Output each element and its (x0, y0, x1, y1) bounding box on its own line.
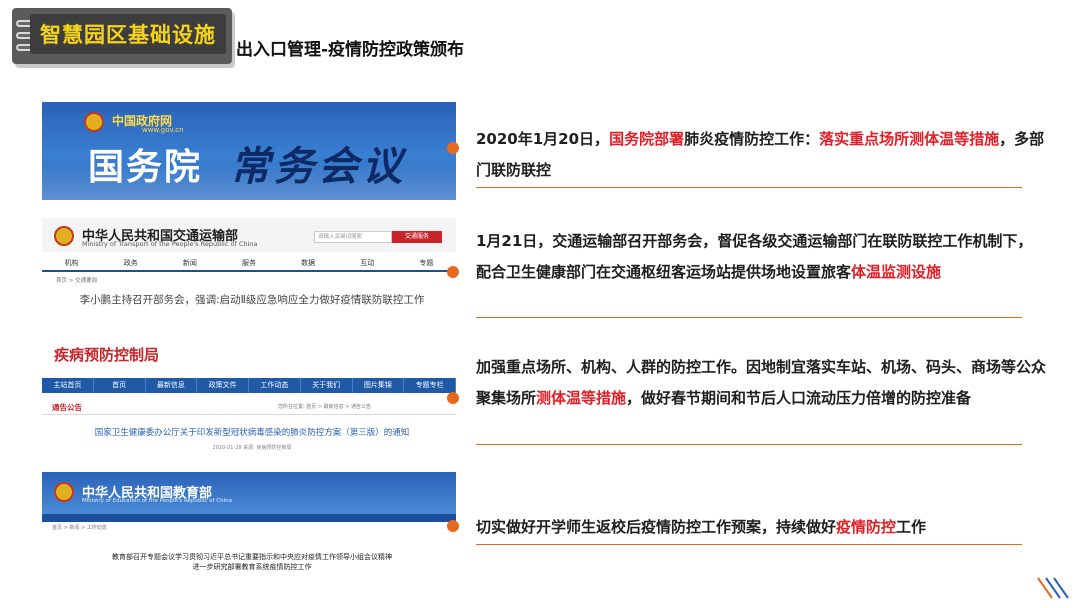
search-input: 请输入关键词搜索 (314, 231, 392, 243)
screenshot-ministry-transport: 中华人民共和国交通运输部 Ministry of Transport of th… (42, 218, 456, 330)
corner-stripes-icon (1037, 577, 1069, 599)
nav-item: 图片集锦 (353, 378, 405, 393)
breadcrumb: 您所在位置: 首页 > 最新信息 > 通告公告 (278, 404, 372, 410)
entry-underline (476, 317, 1022, 318)
banner-script: 常务会议 (230, 143, 406, 190)
policy-entry: 切实做好开学师生返校后疫情防控工作预案，持续做好疫情防控工作 (476, 512, 1046, 543)
policy-entry: 2020年1月20日，国务院部署肺炎疫情防控工作：落实重点场所测体温等措施，多部… (476, 124, 1046, 186)
highlight-text: 国务院部署 (609, 130, 685, 148)
timeline-dot (447, 142, 459, 154)
headline-line: 教育部召开专题会议学习贯彻习近平总书记重要指示和中央应对疫情工作领导小组会议精神 (112, 553, 392, 561)
site-url: www.gov.cn (142, 126, 184, 134)
entry-underline (476, 444, 1022, 445)
entry-text: 2020年1月20日， (476, 130, 610, 148)
screenshot-disease-control: 疾病预防控制局 主站首页 首页 最新信息 政策文件 工作动态 关于我们 图片集锦… (42, 342, 456, 460)
article-headline: 李小鹏主持召开部务会，强调:启动Ⅱ级应急响应全力做好疫情联防联控工作 (79, 294, 425, 306)
timeline-dot (447, 520, 459, 532)
nav-item: 新闻 (182, 259, 197, 267)
nav-item: 首页 (94, 378, 146, 393)
nav-item: 专题专栏 (404, 378, 456, 393)
entry-underline (476, 544, 1022, 545)
entry-text: 工作 (896, 518, 927, 536)
policy-entry: 加强重点场所、机构、人群的防控工作。因地制宜落实车站、机场、码头、商场等公众聚集… (476, 352, 1046, 414)
nav-item: 政策文件 (197, 378, 249, 393)
nav-item: 机构 (64, 259, 79, 267)
article-headline: 国家卫生健康委办公厅关于印发新型冠状病毒感染的肺炎防控方案（第三版）的通知 (94, 428, 410, 438)
timeline-dot (447, 392, 459, 404)
entry-underline (476, 187, 1022, 188)
national-emblem-icon (54, 482, 74, 502)
highlight-text: 测体温等措施 (536, 389, 627, 407)
org-name: 疾病预防控制局 (54, 346, 160, 364)
nav-item: 互动 (360, 259, 375, 267)
screenshot-state-council: 中国政府网 www.gov.cn 国务院 常务会议 (42, 102, 456, 200)
page-subtitle: 出入口管理-疫情防控政策颁布 (236, 40, 465, 60)
policy-entry: 1月21日，交通运输部召开部务会，督促各级交通运输部门在联防联控工作机制下，配合… (476, 226, 1046, 288)
article-meta: 2020-01-28 来源: 疾病预防控制局 (212, 445, 292, 451)
entry-text: 切实做好开学师生返校后疫情防控工作预案，持续做好 (476, 518, 837, 536)
headline-line: 进一步研究部署教育系统疫情防控工作 (192, 563, 312, 571)
highlight-text: 落实重点场所测体温等措施 (819, 130, 1000, 148)
site-nav: 主站首页 首页 最新信息 政策文件 工作动态 关于我们 图片集锦 专题专栏 (42, 378, 456, 393)
entry-text: 1月21日，交通运输部召开部务会，督促各级交通运输部门在联防联控工作机制下，配合… (476, 232, 1033, 281)
nav-item: 主站首页 (42, 378, 94, 393)
nav-item: 数据 (301, 259, 316, 267)
org-name-en: Ministry of Education of the People's Re… (82, 498, 232, 504)
screenshot-ministry-education: 中华人民共和国教育部 Ministry of Education of the … (42, 472, 456, 580)
org-name-en: Ministry of Transport of the People's Re… (82, 240, 258, 248)
nav-item: 最新信息 (146, 378, 198, 393)
timeline-dot (447, 266, 459, 278)
site-nav: 机构 政务 新闻 服务 数据 互动 专题 (42, 256, 456, 270)
badge-title: 智慧园区基础设施 (40, 23, 216, 47)
title-badge: 智慧园区基础设施 (12, 8, 232, 64)
national-emblem-icon (54, 226, 74, 246)
entry-text: 肺炎疫情防控工作： (684, 130, 820, 148)
breadcrumb: 首页 > 交通要闻 (56, 278, 98, 284)
section-title: 通告公告 (52, 403, 82, 412)
nav-item: 政务 (123, 259, 138, 267)
nav-item: 工作动态 (249, 378, 301, 393)
banner-title: 国务院 (88, 147, 203, 188)
highlight-text: 疫情防控 (836, 518, 897, 536)
nav-item: 服务 (241, 259, 256, 267)
article-headline: 教育部召开专题会议学习贯彻习近平总书记重要指示和中央应对疫情工作领导小组会议精神… (62, 552, 442, 572)
entry-text: ，做好春节期间和节后人口流动压力倍增的防控准备 (626, 389, 972, 407)
nav-item: 关于我们 (301, 378, 353, 393)
search-button: 交通服务 (392, 231, 442, 243)
national-emblem-icon (84, 112, 104, 132)
breadcrumb: 首页 > 新闻 > 工作动态 (52, 525, 107, 531)
highlight-text: 体温监测设施 (851, 263, 942, 281)
